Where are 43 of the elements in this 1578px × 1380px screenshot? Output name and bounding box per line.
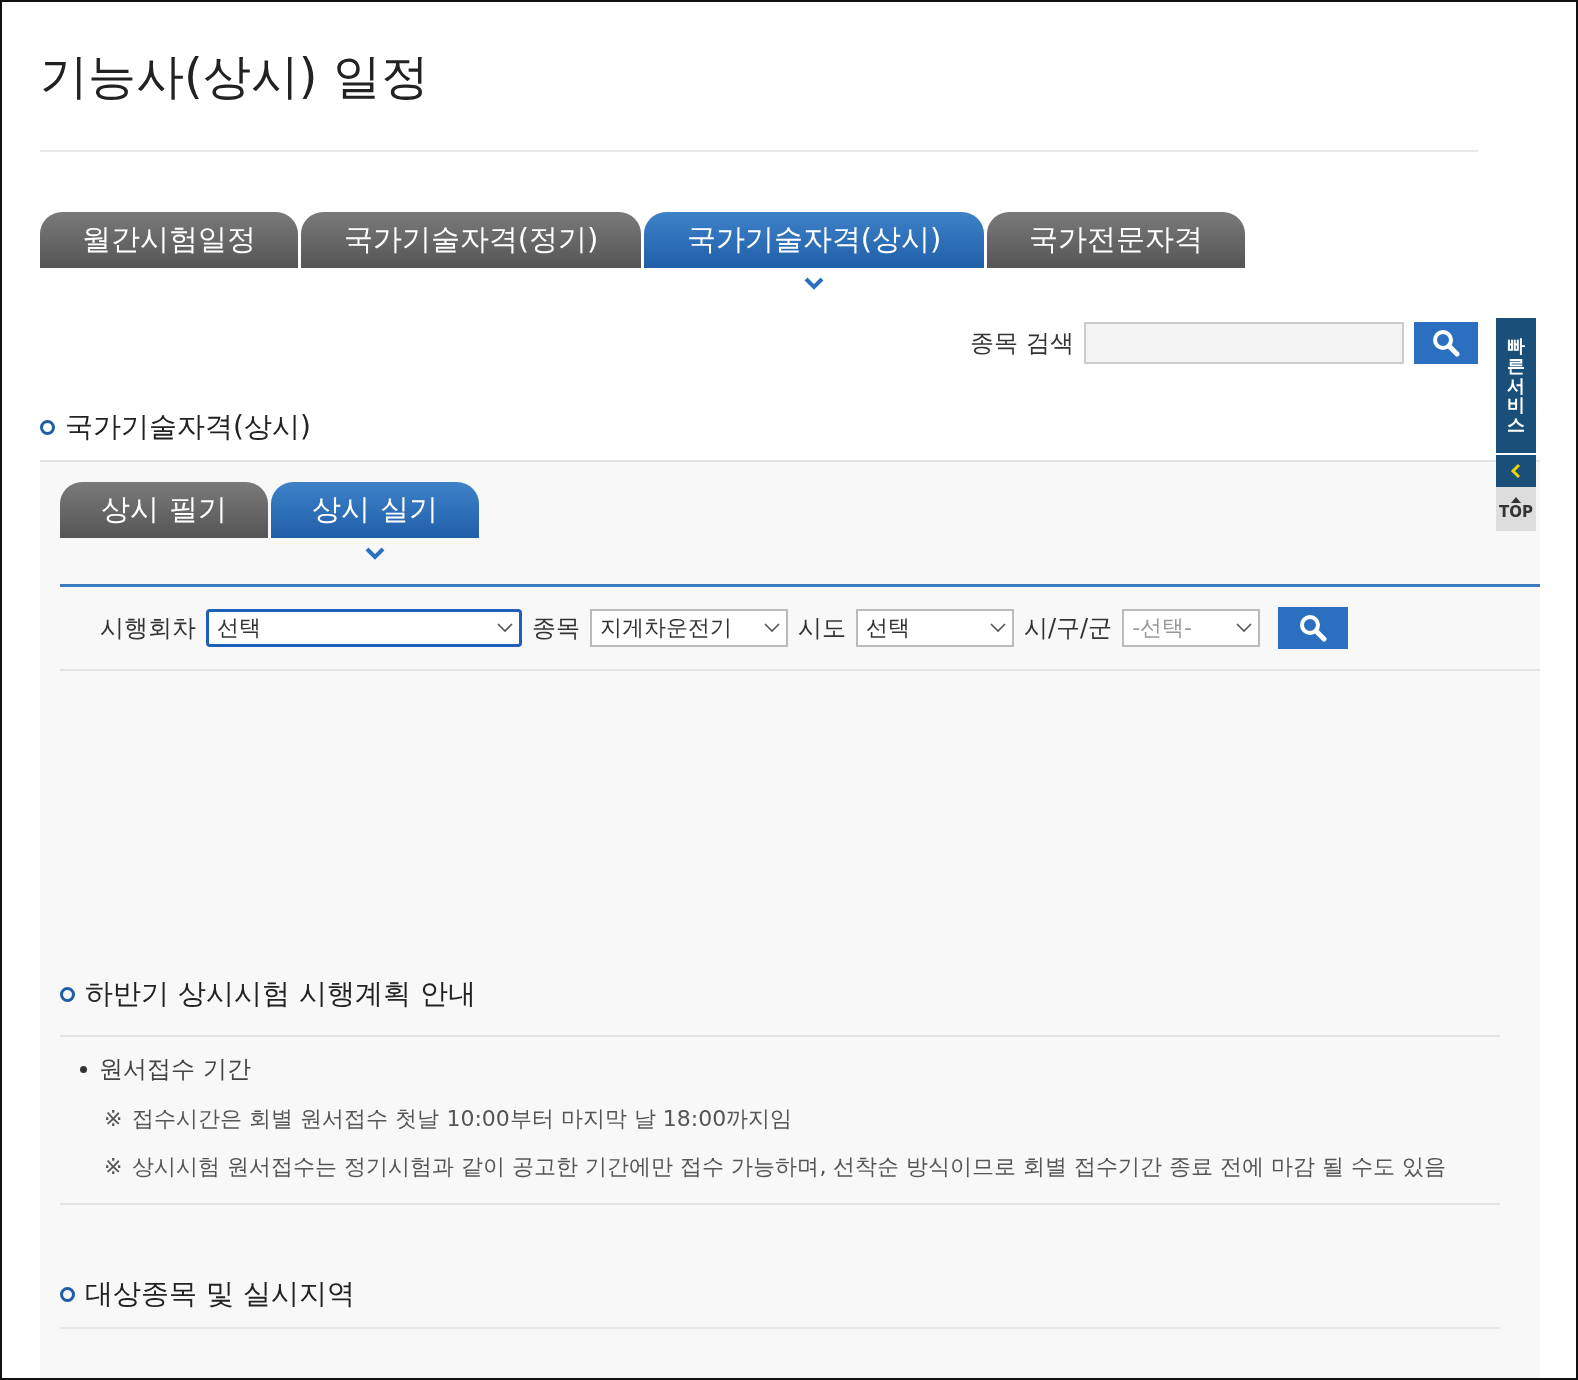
sub-tab[interactable]: 상시 실기 bbox=[271, 482, 479, 538]
ring-bullet-icon bbox=[60, 1286, 75, 1302]
collapse-button[interactable] bbox=[1496, 453, 1536, 487]
note-text: 상시시험 원서접수는 정기시험과 같이 공고한 기간에만 접수 가능하며, 선착순 방식이므로 회별 접수기간 종료 전에 마감 될 수도 있음 bbox=[132, 1153, 1448, 1181]
quick-service-bar[interactable]: 빠른서비스 bbox=[1496, 318, 1536, 453]
chevron-down-icon bbox=[364, 546, 386, 560]
list-item-text: 원서접수 기간 bbox=[99, 1054, 251, 1085]
tab[interactable]: 국가기술자격(정기) bbox=[301, 212, 641, 268]
filter-label: 시행회차 bbox=[100, 613, 196, 644]
section-title: 하반기 상시시험 시행계획 안내 bbox=[85, 976, 476, 1012]
page-title: 기능사(상시) 일정 bbox=[40, 47, 430, 106]
search-icon bbox=[1299, 614, 1328, 642]
select-field[interactable]: 지게차운전기 bbox=[590, 609, 788, 647]
caret-icon bbox=[990, 623, 1006, 633]
filter-label: 시/구/군 bbox=[1024, 613, 1113, 644]
tab[interactable]: 국가기술자격(상시) bbox=[644, 212, 984, 268]
triangle-up-icon bbox=[1511, 497, 1521, 503]
select-field[interactable]: 선택 bbox=[856, 609, 1014, 647]
top-button[interactable]: TOP bbox=[1496, 487, 1536, 531]
search-icon bbox=[1432, 329, 1460, 357]
search-label: 종목 검색 bbox=[970, 328, 1074, 359]
note-mark: ※ bbox=[104, 1105, 123, 1133]
sub-tab[interactable]: 상시 필기 bbox=[60, 482, 268, 538]
caret-icon bbox=[1236, 623, 1253, 633]
chevron-left-icon bbox=[1510, 463, 1522, 479]
ring-bullet-icon bbox=[60, 986, 75, 1002]
filter-search-button[interactable] bbox=[1278, 607, 1349, 649]
tab[interactable]: 월간시험일정 bbox=[40, 212, 298, 268]
caret-icon bbox=[764, 623, 780, 633]
section-title: 대상종목 및 실시지역 bbox=[85, 1276, 355, 1312]
chevron-down-icon bbox=[803, 276, 825, 290]
filter-label: 종목 bbox=[532, 613, 580, 644]
search-field[interactable] bbox=[1084, 322, 1404, 364]
search-button[interactable] bbox=[1414, 322, 1478, 364]
note-mark: ※ bbox=[104, 1153, 123, 1181]
ring-bullet-icon bbox=[40, 419, 55, 435]
filter-label: 시도 bbox=[798, 613, 846, 644]
caret-icon bbox=[497, 623, 513, 633]
section-title: 국가기술자격(상시) bbox=[65, 409, 311, 445]
select-field[interactable]: 선택 bbox=[206, 609, 522, 647]
bullet-icon bbox=[80, 1065, 87, 1073]
note-text: 접수시간은 회별 원서접수 첫날 10:00부터 마지막 날 18:00까지임 bbox=[132, 1105, 794, 1133]
tab[interactable]: 국가전문자격 bbox=[987, 212, 1245, 268]
